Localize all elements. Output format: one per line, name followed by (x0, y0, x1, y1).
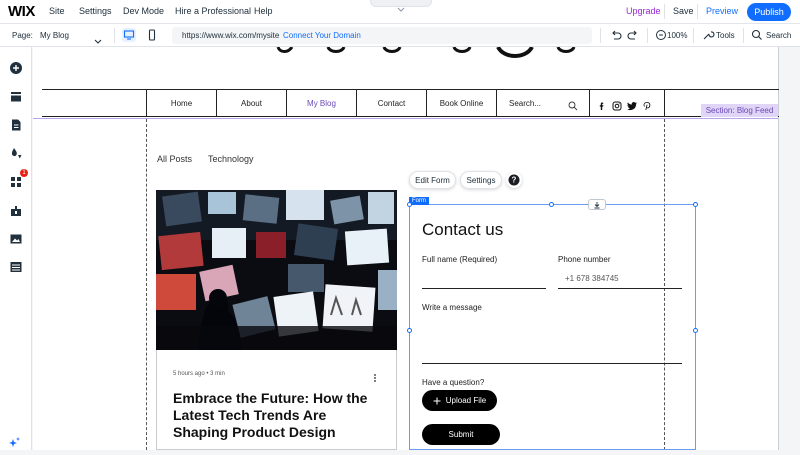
divider (647, 28, 648, 43)
resize-handle-right[interactable] (693, 328, 698, 333)
upload-file-label: Upload File (445, 396, 487, 405)
top-menu-bar: WIX Site Settings Dev Mode Hire a Profes… (0, 0, 800, 24)
nav-contact[interactable]: Contact (356, 89, 426, 117)
url-bar: https://www.wix.com/mysite Connect Your … (172, 27, 592, 44)
divider (743, 28, 744, 43)
form-title: Contact us (422, 220, 504, 239)
full-name-label: Full name (Required) (422, 255, 498, 264)
editor-toolbar: Page: My Blog https://www.wix.com/mysite… (0, 24, 800, 47)
preview-button[interactable]: Preview (706, 6, 738, 16)
edit-form-button[interactable]: Edit Form (409, 171, 456, 189)
apps-notification-badge: 1 (20, 169, 28, 177)
business-icon[interactable] (9, 204, 23, 218)
resize-handle-left[interactable] (407, 328, 412, 333)
stretch-anchor-icon[interactable] (588, 199, 606, 210)
divider (114, 28, 115, 43)
divider (664, 4, 665, 19)
message-label: Write a message (422, 303, 482, 312)
cms-icon[interactable] (9, 260, 23, 274)
canvas-right-gutter (778, 47, 800, 450)
upgrade-link[interactable]: Upgrade (626, 6, 661, 16)
preview-pulldown-tab[interactable] (370, 0, 432, 12)
media-icon[interactable] (9, 232, 23, 246)
zoom-level[interactable]: 100% (667, 31, 687, 40)
site-header-text-fragment (276, 47, 576, 58)
site-url: https://www.wix.com/mysite (182, 31, 280, 40)
page-label: Page: (12, 31, 33, 40)
post-more-options-icon[interactable] (372, 370, 378, 388)
publish-button[interactable]: Publish (747, 3, 791, 21)
menu-hire-professional[interactable]: Hire a Professional (175, 6, 251, 16)
pages-icon[interactable] (9, 118, 23, 132)
page-selector[interactable]: My Blog (40, 31, 69, 40)
twitter-icon[interactable] (627, 98, 638, 116)
pinterest-icon[interactable] (642, 98, 652, 116)
sections-icon[interactable] (9, 90, 23, 104)
upload-file-button[interactable]: Upload File (422, 390, 497, 411)
left-sidebar: 1 (0, 47, 32, 450)
plus-icon (433, 397, 441, 404)
question-label: Have a question? (422, 378, 485, 387)
wix-logo[interactable]: WIX (8, 3, 35, 20)
facebook-icon[interactable] (597, 98, 607, 116)
add-elements-icon[interactable] (9, 61, 23, 75)
apps-icon[interactable] (9, 175, 23, 189)
save-button[interactable]: Save (673, 6, 694, 16)
site-search-icon[interactable] (568, 98, 578, 116)
nav-my-blog[interactable]: My Blog (286, 89, 356, 117)
layout-guide-left (146, 119, 147, 450)
instagram-icon[interactable] (612, 98, 622, 116)
mobile-view-icon[interactable] (145, 28, 159, 42)
help-glyph: ? (512, 176, 517, 185)
form-element-tag: Form (409, 197, 429, 205)
divider (600, 28, 601, 43)
form-settings-button[interactable]: Settings (460, 171, 502, 189)
phone-label: Phone number (558, 255, 611, 264)
divider (697, 4, 698, 19)
category-all-posts[interactable]: All Posts (157, 154, 192, 164)
full-name-field[interactable] (422, 288, 546, 289)
redo-icon[interactable] (626, 28, 640, 42)
help-icon[interactable]: ? (506, 172, 522, 188)
ai-assistant-icon[interactable] (6, 436, 22, 450)
category-technology[interactable]: Technology (208, 154, 254, 164)
submit-button[interactable]: Submit (422, 424, 500, 445)
connect-domain-link[interactable]: Connect Your Domain (283, 31, 361, 40)
desktop-view-icon[interactable] (122, 28, 136, 42)
post-meta: 5 hours ago • 3 min (173, 371, 225, 377)
divider (693, 28, 694, 43)
nav-about[interactable]: About (216, 89, 286, 117)
menu-help[interactable]: Help (254, 6, 273, 16)
resize-handle-tr[interactable] (693, 202, 698, 207)
resize-handle-tl[interactable] (407, 202, 412, 207)
message-field[interactable] (422, 363, 682, 364)
resize-handle-top[interactable] (549, 202, 554, 207)
undo-icon[interactable] (609, 28, 623, 42)
nav-home[interactable]: Home (146, 89, 216, 117)
menu-site[interactable]: Site (49, 6, 65, 16)
menu-settings[interactable]: Settings (79, 6, 112, 16)
search-button[interactable]: Search (766, 31, 791, 40)
section-boundary-line (33, 118, 778, 119)
tools-icon[interactable] (701, 28, 715, 42)
section-label-badge[interactable]: Section: Blog Feed (701, 104, 778, 117)
tools-button[interactable]: Tools (716, 31, 735, 40)
site-search-input[interactable]: Search... (509, 99, 541, 108)
post-title[interactable]: Embrace the Future: How the Latest Tech … (173, 390, 383, 441)
menu-dev-mode[interactable]: Dev Mode (123, 6, 164, 16)
nav-book-online[interactable]: Book Online (426, 89, 496, 117)
contact-form-selection[interactable] (409, 204, 696, 450)
zoom-icon[interactable] (654, 28, 668, 42)
phone-field-underline (558, 288, 682, 289)
search-icon[interactable] (750, 28, 764, 42)
post-cover-image[interactable] (156, 190, 397, 350)
phone-field[interactable]: +1 678 384745 (565, 274, 619, 283)
design-icon[interactable] (9, 146, 23, 160)
